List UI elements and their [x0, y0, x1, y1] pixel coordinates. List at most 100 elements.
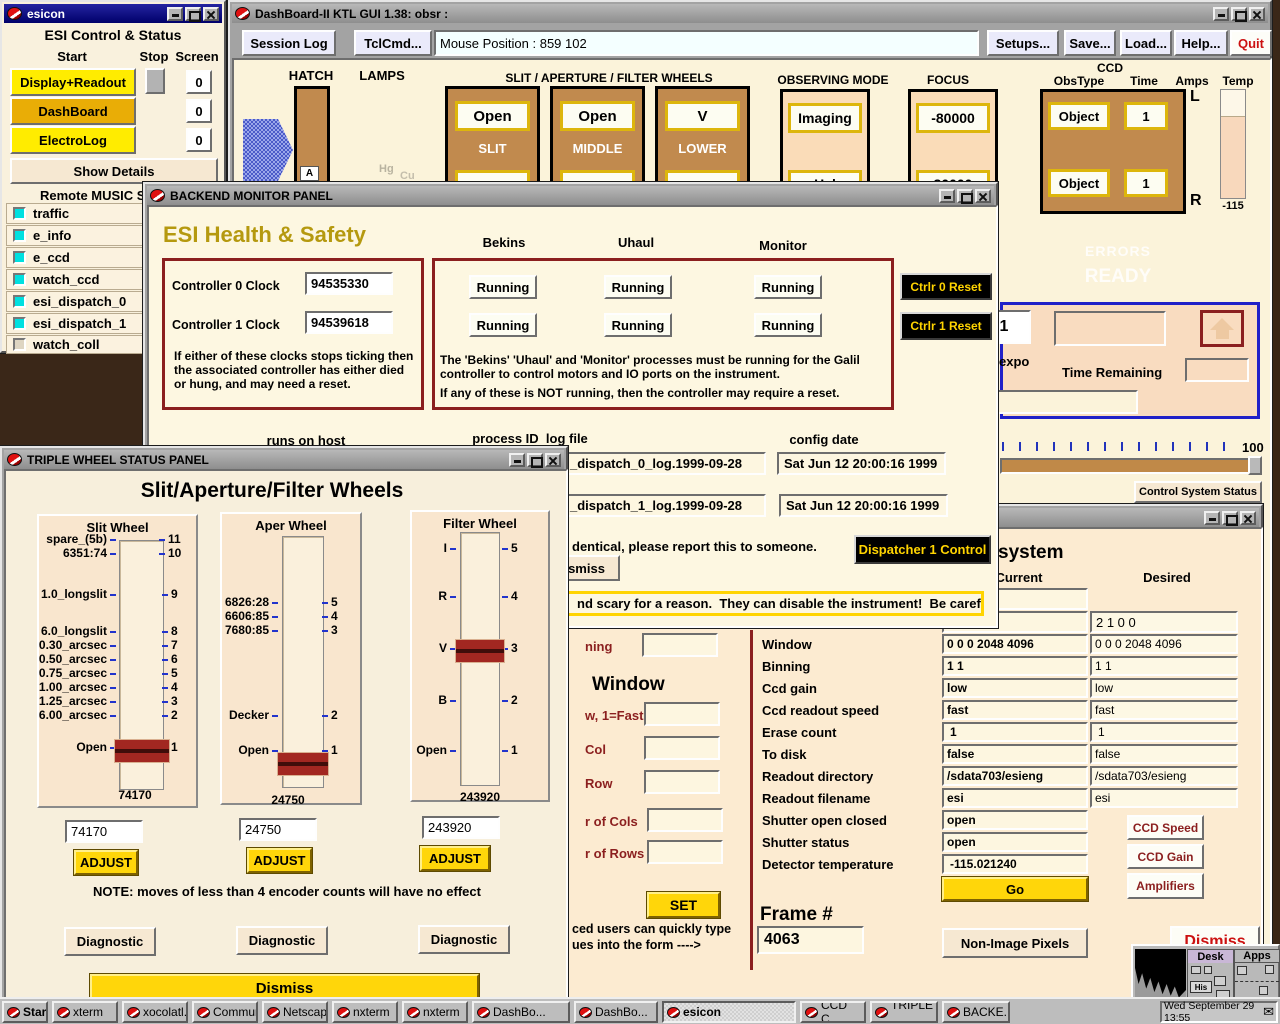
ccd-gain-button[interactable]: CCD Gain — [1127, 844, 1204, 869]
control-system-status-button[interactable]: Control System Status — [1134, 481, 1262, 503]
taskbar-item[interactable]: xocolatl... — [122, 1001, 188, 1023]
filter-encoder-input[interactable]: 243920 — [422, 816, 500, 839]
current-field[interactable]: 1 1 — [942, 656, 1088, 676]
tclcmd-button[interactable]: TclCmd... — [354, 30, 432, 56]
running-status-button[interactable]: Running — [469, 313, 537, 337]
stop-button[interactable] — [145, 68, 165, 94]
current-field[interactable]: /sdata703/esieng — [942, 766, 1088, 786]
taskbar-item-active[interactable]: esicon — [662, 1001, 796, 1023]
current-field[interactable]: 0 0 0 2048 4096 — [942, 634, 1088, 654]
screen-value[interactable]: 0 — [186, 70, 212, 94]
current-field[interactable]: open — [942, 832, 1088, 852]
dashboard-titlebar[interactable]: DashBoard-II KTL GUI 1.38: obsr : — [232, 4, 1268, 23]
adjust-button[interactable]: ADJUST — [247, 848, 312, 873]
ctrlr1-reset-button[interactable]: Ctrlr 1 Reset — [900, 312, 992, 340]
set-button[interactable]: SET — [647, 892, 720, 918]
ccd-speed-button[interactable]: CCD Speed — [1127, 815, 1204, 840]
desired-field[interactable]: low — [1090, 678, 1238, 698]
maximize-icon[interactable] — [1231, 7, 1247, 21]
esicon-titlebar[interactable]: esicon — [4, 4, 222, 23]
slit-wheel-indicator[interactable] — [114, 739, 170, 763]
checkbox-icon[interactable] — [13, 251, 26, 264]
adjust-button[interactable]: ADJUST — [74, 850, 138, 875]
help-button[interactable]: Help... — [1174, 30, 1228, 56]
current-field[interactable]: esi — [942, 788, 1088, 808]
scale-slider[interactable] — [1000, 458, 1254, 474]
aper-wheel-gauge[interactable] — [282, 536, 324, 788]
screen-value[interactable]: 0 — [186, 99, 212, 123]
ccd-time-button[interactable]: 1 — [1124, 102, 1168, 130]
running-status-button[interactable]: Running — [754, 313, 822, 337]
diagnostic-button[interactable]: Diagnostic — [418, 925, 510, 954]
minimize-icon[interactable] — [509, 453, 525, 467]
taskbar-item[interactable]: DashBo... — [472, 1001, 570, 1023]
taskbar-item[interactable]: CCD C... — [800, 1001, 866, 1023]
mail-icon[interactable] — [1263, 1004, 1274, 1020]
desired-field[interactable]: 0 0 0 2048 4096 — [1090, 634, 1238, 654]
minimize-icon[interactable] — [1213, 7, 1229, 21]
taskbar-item[interactable]: nxterm — [402, 1001, 468, 1023]
running-status-button[interactable]: Running — [469, 275, 537, 299]
close-icon[interactable] — [1249, 7, 1265, 21]
save-button[interactable]: Save... — [1064, 30, 1116, 56]
current-field[interactable]: 1 — [942, 722, 1088, 742]
close-icon[interactable] — [545, 453, 561, 467]
checkbox-icon[interactable] — [13, 207, 26, 220]
desired-field[interactable]: 1 — [1090, 722, 1238, 742]
close-icon[interactable] — [975, 189, 991, 203]
running-status-button[interactable]: Running — [604, 275, 672, 299]
desk-pager[interactable]: Desk His — [1187, 949, 1234, 1000]
filter-wheel-indicator[interactable] — [455, 639, 505, 663]
taskbar-item[interactable]: xterm — [52, 1001, 118, 1023]
diagnostic-button[interactable]: Diagnostic — [64, 927, 156, 956]
amplifiers-button[interactable]: Amplifiers — [1127, 873, 1204, 899]
form-input[interactable] — [644, 702, 720, 726]
current-field[interactable]: false — [942, 744, 1088, 764]
adjust-button[interactable]: ADJUST — [420, 846, 490, 871]
minimize-icon[interactable] — [167, 7, 183, 21]
start-button[interactable]: Start — [2, 1001, 48, 1023]
checkbox-icon[interactable] — [13, 338, 26, 351]
ccd-obstype-button[interactable]: Object — [1048, 169, 1110, 197]
close-icon[interactable] — [203, 7, 219, 21]
diagnostic-button[interactable]: Diagnostic — [236, 926, 328, 955]
display-readout-button[interactable]: Display+Readout — [10, 68, 136, 96]
dispatcher1-control-button[interactable]: Dispatcher 1 Control — [854, 535, 991, 564]
taskbar-item[interactable]: nxterm — [332, 1001, 398, 1023]
minimize-icon[interactable] — [939, 189, 955, 203]
taskbar-item[interactable]: DashBo... — [574, 1001, 658, 1023]
current-field[interactable]: open — [942, 810, 1088, 830]
middle-wheel-value-button[interactable]: Open — [560, 101, 635, 131]
observing-mode-value-button[interactable]: Imaging — [788, 103, 862, 133]
taskbar-item[interactable]: Netscap... — [262, 1001, 328, 1023]
maximize-icon[interactable] — [185, 7, 201, 21]
form-input[interactable] — [647, 808, 723, 832]
desired-field[interactable]: /sdata703/esieng — [1090, 766, 1238, 786]
desired-field[interactable]: 2 1 0 0 — [1090, 611, 1238, 633]
load-button[interactable]: Load... — [1120, 30, 1172, 56]
checkbox-icon[interactable] — [13, 295, 26, 308]
checkbox-icon[interactable] — [13, 273, 26, 286]
form-input[interactable] — [644, 770, 720, 794]
form-input[interactable] — [647, 840, 723, 864]
desired-field[interactable]: esi — [1090, 788, 1238, 808]
taskbar-item[interactable]: TRIPLE ... — [870, 1001, 938, 1023]
maximize-icon[interactable] — [957, 189, 973, 203]
ctrlr0-reset-button[interactable]: Ctrlr 0 Reset — [900, 273, 992, 300]
desired-field[interactable]: 1 1 — [1090, 656, 1238, 676]
maximize-icon[interactable] — [527, 453, 543, 467]
dashboard-launch-button[interactable]: DashBoard — [10, 97, 136, 125]
checkbox-icon[interactable] — [13, 317, 26, 330]
backend-titlebar[interactable]: BACKEND MONITOR PANEL — [147, 186, 994, 205]
slider-handle[interactable] — [1248, 456, 1262, 475]
taskbar-item[interactable]: Commun... — [192, 1001, 258, 1023]
triple-titlebar[interactable]: TRIPLE WHEEL STATUS PANEL — [4, 450, 564, 469]
expose-arrow-button[interactable] — [1200, 310, 1244, 347]
electrolog-button[interactable]: ElectroLog — [10, 126, 136, 154]
go-button[interactable]: Go — [942, 877, 1088, 901]
focus-value-button[interactable]: -80000 — [916, 103, 990, 133]
running-status-button[interactable]: Running — [604, 313, 672, 337]
current-field[interactable]: -115.021240 — [942, 854, 1088, 874]
checkbox-icon[interactable] — [13, 229, 26, 242]
ccd-obstype-button[interactable]: Object — [1048, 102, 1110, 130]
